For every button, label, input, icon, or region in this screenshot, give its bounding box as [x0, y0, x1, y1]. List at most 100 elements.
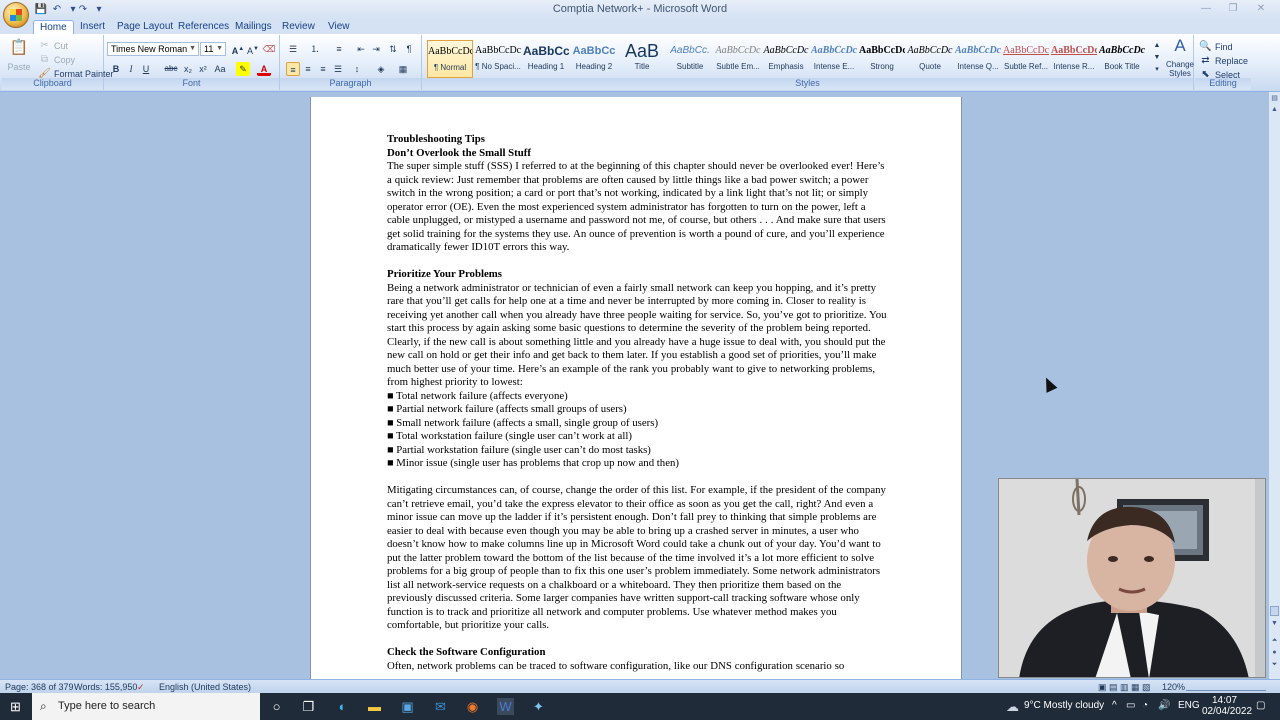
zoom-slider[interactable]: [1186, 681, 1266, 691]
replace-button[interactable]: ⇄ Replace: [1199, 54, 1248, 67]
italic-icon[interactable]: I: [124, 62, 138, 76]
strikethrough-icon[interactable]: abc: [163, 62, 179, 76]
file-explorer-icon[interactable]: ▬: [366, 698, 383, 715]
shrink-font-icon[interactable]: A▼: [246, 42, 260, 56]
document-page[interactable]: Troubleshooting Tips Don’t Overlook the …: [310, 97, 962, 679]
next-page-icon[interactable]: ⏷: [1269, 661, 1280, 671]
proofing-icon[interactable]: ✓: [137, 682, 145, 693]
tab-insert[interactable]: Insert: [74, 20, 111, 34]
sort-icon[interactable]: ⇅: [386, 42, 400, 56]
tab-references[interactable]: References: [172, 20, 235, 34]
mail-icon[interactable]: ✉: [432, 698, 449, 715]
scroll-thumb[interactable]: [1270, 606, 1279, 616]
bullets-icon[interactable]: ☰: [286, 42, 300, 56]
numbering-icon[interactable]: ⒈: [308, 42, 322, 56]
change-styles-button[interactable]: A Change Styles: [1164, 37, 1196, 78]
align-left-icon[interactable]: ≡: [286, 62, 300, 76]
style-intense-e[interactable]: AaBbCcDc Intense E...: [811, 40, 857, 78]
style-heading-2[interactable]: AaBbCc Heading 2: [571, 40, 617, 78]
scroll-up-icon[interactable]: ▲: [1269, 106, 1280, 116]
page-count[interactable]: Page: 368 of 379: [5, 682, 74, 692]
vertical-scrollbar[interactable]: ▤ ▲ ▼ ⏶ ● ⏷: [1268, 92, 1280, 679]
clear-formatting-icon[interactable]: ⌫: [262, 42, 276, 56]
firefox-icon[interactable]: ◉: [464, 698, 481, 715]
change-case-icon[interactable]: Aa: [213, 62, 227, 76]
borders-icon[interactable]: ▦: [396, 62, 410, 76]
justify-icon[interactable]: ☰: [331, 62, 345, 76]
language-tray[interactable]: ENG: [1178, 700, 1200, 711]
font-family-select[interactable]: Times New Roman ▼: [107, 42, 199, 56]
taskbar-search-input[interactable]: ⌕ Type here to search: [32, 693, 260, 720]
windows-start-icon[interactable]: ⊞: [7, 698, 24, 715]
cut-button[interactable]: ✂ Cut: [38, 39, 68, 52]
style-subtle-ref[interactable]: AaBbCcDc Subtle Ref...: [1003, 40, 1049, 78]
multilevel-list-icon[interactable]: ≡: [332, 42, 346, 56]
grow-font-icon[interactable]: A▲: [231, 42, 245, 56]
line-spacing-icon[interactable]: ↕: [350, 62, 364, 76]
clock-time[interactable]: 14:07: [1212, 695, 1237, 706]
zoom-level[interactable]: 120%: [1162, 682, 1185, 692]
subscript-icon[interactable]: x₂: [181, 62, 195, 76]
style-subtitle[interactable]: AaBbCc. Subtitle: [667, 40, 713, 78]
edge-icon[interactable]: ◐: [334, 698, 351, 715]
style-quote[interactable]: AaBbCcDc Quote: [907, 40, 953, 78]
task-view-icon[interactable]: ❐: [300, 698, 317, 715]
show-paragraph-marks-icon[interactable]: ¶: [402, 42, 416, 56]
word-taskbar-icon[interactable]: W: [497, 698, 514, 715]
weather-text[interactable]: 9°C Mostly cloudy: [1024, 700, 1104, 711]
style-heading-1[interactable]: AaBbCc Heading 1: [523, 40, 569, 78]
style-strong[interactable]: AaBbCcDc Strong: [859, 40, 905, 78]
restore-icon[interactable]: ❐: [1224, 2, 1242, 16]
tab-home[interactable]: Home: [33, 20, 74, 34]
battery-icon[interactable]: ▭: [1126, 700, 1135, 711]
previous-page-icon[interactable]: ⏶: [1269, 637, 1280, 647]
editing-group-label: Editing: [1195, 78, 1251, 90]
tab-view[interactable]: View: [322, 20, 356, 34]
underline-icon[interactable]: U: [139, 62, 153, 76]
store-icon[interactable]: ▣: [399, 698, 416, 715]
style-no-spaci[interactable]: AaBbCcDc ¶ No Spaci...: [475, 40, 521, 78]
volume-icon[interactable]: 🔊: [1158, 700, 1170, 711]
tab-page-layout[interactable]: Page Layout: [111, 20, 179, 34]
font-size-select[interactable]: 11 ▼: [200, 42, 226, 56]
style-normal[interactable]: AaBbCcDc ¶ Normal: [427, 40, 473, 78]
style-book-title[interactable]: AaBbCcDc Book Title: [1099, 40, 1145, 78]
style-subtle-em[interactable]: AaBbCcDc Subtle Em...: [715, 40, 761, 78]
ruler-toggle-icon[interactable]: ▤: [1269, 94, 1280, 104]
clock-date[interactable]: 02/04/2022: [1202, 706, 1252, 717]
tray-chevron-icon[interactable]: ^: [1112, 700, 1117, 711]
minimize-icon[interactable]: —: [1197, 2, 1215, 16]
language-indicator[interactable]: English (United States): [159, 682, 251, 692]
office-button[interactable]: [3, 2, 29, 28]
font-color-icon[interactable]: A: [257, 62, 271, 76]
word-count[interactable]: Words: 155,950: [74, 682, 137, 692]
align-center-icon[interactable]: ≡: [301, 62, 315, 76]
style-title[interactable]: AaB Title: [619, 40, 665, 78]
paste-button[interactable]: 📋 Paste: [6, 40, 32, 72]
browse-object-icon[interactable]: ●: [1269, 649, 1280, 659]
increase-indent-icon[interactable]: ⇥: [369, 42, 383, 56]
style-emphasis[interactable]: AaBbCcDc Emphasis: [763, 40, 809, 78]
superscript-icon[interactable]: x²: [196, 62, 210, 76]
scroll-down-icon[interactable]: ▼: [1269, 620, 1280, 630]
style-intense-r[interactable]: AaBbCcDc Intense R...: [1051, 40, 1097, 78]
tab-review[interactable]: Review: [276, 20, 321, 34]
find-button[interactable]: 🔍 Find: [1199, 40, 1232, 53]
gallery-more-icon[interactable]: ▾: [1150, 63, 1164, 77]
align-right-icon[interactable]: ≡: [316, 62, 330, 76]
highlight-icon[interactable]: ✎: [236, 62, 250, 76]
shading-icon[interactable]: ◈: [374, 62, 388, 76]
bold-icon[interactable]: B: [109, 62, 123, 76]
close-icon[interactable]: ✕: [1252, 2, 1270, 16]
view-buttons-icon[interactable]: ▣ ▤ ▥ ▦ ▧: [1098, 682, 1151, 693]
app-taskbar-icon[interactable]: ✦: [530, 698, 547, 715]
decrease-indent-icon[interactable]: ⇤: [354, 42, 368, 56]
weather-cloud-icon[interactable]: ☁: [1004, 698, 1021, 715]
copy-button[interactable]: ⧉ Copy: [38, 53, 75, 66]
document-body[interactable]: Troubleshooting Tips Don’t Overlook the …: [387, 133, 889, 673]
cortana-icon[interactable]: ○: [268, 698, 285, 715]
tab-mailings[interactable]: Mailings: [229, 20, 278, 34]
notifications-icon[interactable]: ▢: [1256, 700, 1265, 711]
style-intense-q[interactable]: AaBbCcDc Intense Q...: [955, 40, 1001, 78]
network-icon[interactable]: ◔: [1142, 700, 1148, 711]
